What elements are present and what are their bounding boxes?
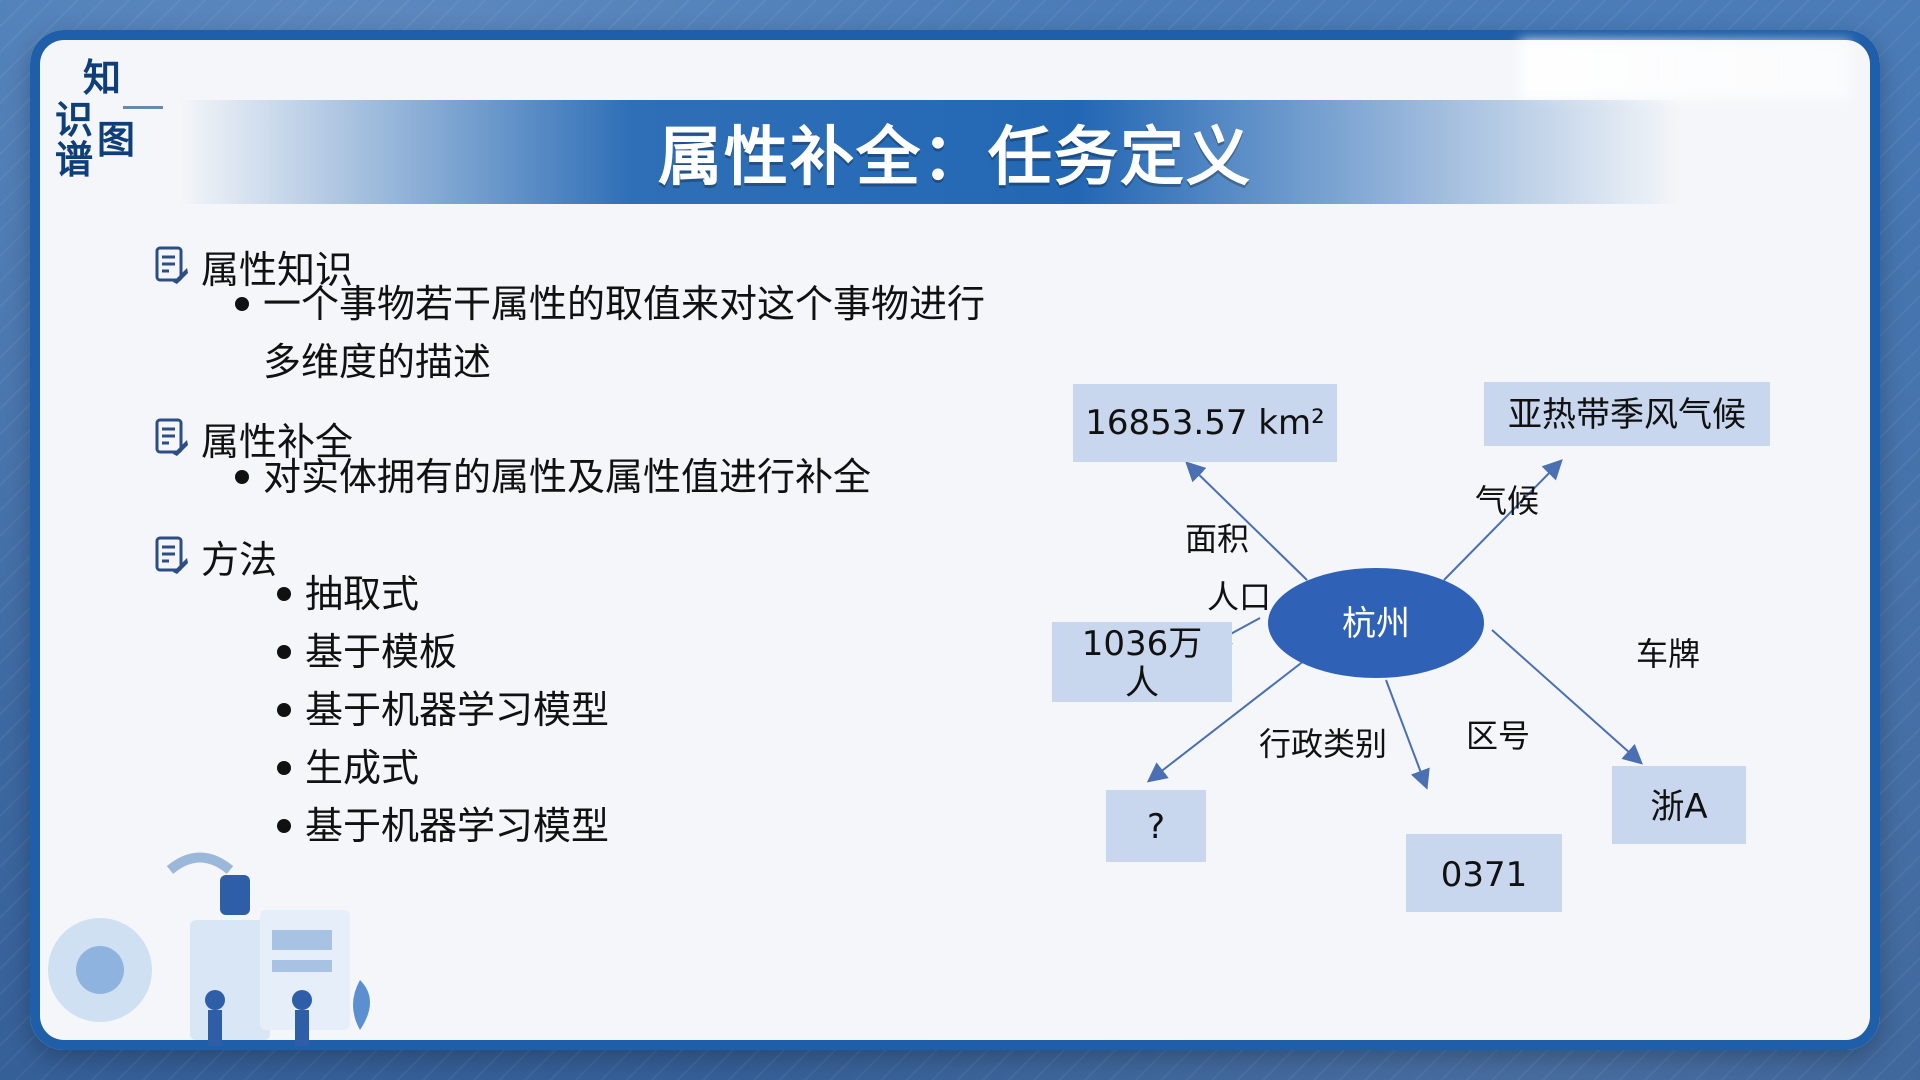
section-heading-text: 方法: [201, 537, 278, 582]
bullet-item: 对实体拥有的属性及属性值进行补全: [235, 448, 871, 506]
bullet-dot: [235, 469, 249, 484]
bullet-continuation: 多维度的描述: [263, 333, 491, 391]
bullet-text: 生成式: [305, 746, 420, 790]
bullet-item: 生成式: [277, 739, 419, 797]
value-text-area: 16853.57 km²: [1085, 403, 1324, 443]
bullet-text: 基于机器学习模型: [305, 804, 610, 848]
bullet-dot: [277, 702, 291, 717]
bullet-dot: [235, 296, 249, 311]
plant-shape: [353, 980, 370, 1030]
chart-bar-shape: [272, 930, 332, 950]
bullet-dot: [277, 586, 291, 601]
top-right-glow: [1520, 40, 1850, 100]
value-text-plate: 浙A: [1650, 787, 1707, 827]
bullet-dot: [277, 760, 291, 775]
document-edit-icon: [155, 536, 188, 574]
value-text-population-line1: 1036万: [1082, 624, 1203, 664]
relation-label-areacode: 区号: [1466, 717, 1530, 755]
value-text-admin: ?: [1147, 807, 1165, 847]
person-figure-shape: [208, 1010, 222, 1046]
robot-claw-shape: [220, 875, 250, 915]
robot-eye-shape: [76, 946, 124, 994]
bullet-item: 一个事物若干属性的取值来对这个事物进行: [235, 275, 985, 333]
logo-char-1: 知: [83, 56, 122, 100]
bullet-text: 基于机器学习模型: [305, 688, 610, 732]
robot-illustration: [48, 852, 370, 1046]
value-text-climate: 亚热带季风气候: [1508, 395, 1746, 435]
bullet-text: 抽取式: [305, 572, 420, 616]
person-figure-shape: [295, 1010, 309, 1046]
relation-label-climate: 气候: [1475, 482, 1539, 520]
panel-shape: [190, 920, 270, 1040]
relation-label-population: 人口: [1207, 578, 1271, 616]
center-entity-label: 杭州: [1342, 604, 1410, 644]
relation-label-plate: 车牌: [1636, 635, 1700, 673]
document-edit-icon: [155, 418, 188, 456]
slide-frame: 知 识 图 谱 属性补全：任务定义 属性知识 一个事物若干属性的取值来对这个事物…: [30, 30, 1880, 1050]
document-edit-icon: [155, 246, 188, 284]
robot-arm-shape: [166, 852, 234, 874]
value-text-areacode: 0371: [1441, 855, 1528, 895]
section-heading-methods: 方法: [155, 530, 277, 582]
bullet-text: 对实体拥有的属性及属性值进行补全: [263, 455, 872, 499]
person-figure-shape: [292, 990, 312, 1010]
chart-bar-shape: [272, 960, 332, 972]
value-text-population-line2: 人: [1125, 663, 1159, 703]
bullet-dot: [277, 644, 291, 659]
bullet-text: 基于模板: [305, 630, 458, 674]
bullet-text: 一个事物若干属性的取值来对这个事物进行: [263, 282, 986, 326]
bullet-text: 多维度的描述: [263, 340, 492, 384]
bullet-item: 基于机器学习模型: [277, 797, 609, 855]
bullet-item: 基于模板: [277, 623, 457, 681]
relation-label-area: 面积: [1185, 520, 1249, 558]
attribute-graph-diagram: 面积 气候 人口 行政类别 区号 车牌 杭州 16853.57 km² 亚热带季…: [1052, 382, 1770, 912]
slide-title: 属性补全：任务定义: [658, 121, 1252, 195]
edge-areacode: [1385, 679, 1430, 790]
bullet-item: 基于机器学习模型: [277, 681, 609, 739]
content-list: 属性知识 一个事物若干属性的取值来对这个事物进行 多维度的描述 属性补全 对实体…: [155, 240, 1055, 940]
relation-label-admin: 行政类别: [1259, 725, 1387, 763]
edge-climate: [1443, 459, 1563, 581]
bullet-item: 抽取式: [277, 565, 419, 623]
person-figure-shape: [205, 990, 225, 1010]
bullet-dot: [277, 818, 291, 833]
